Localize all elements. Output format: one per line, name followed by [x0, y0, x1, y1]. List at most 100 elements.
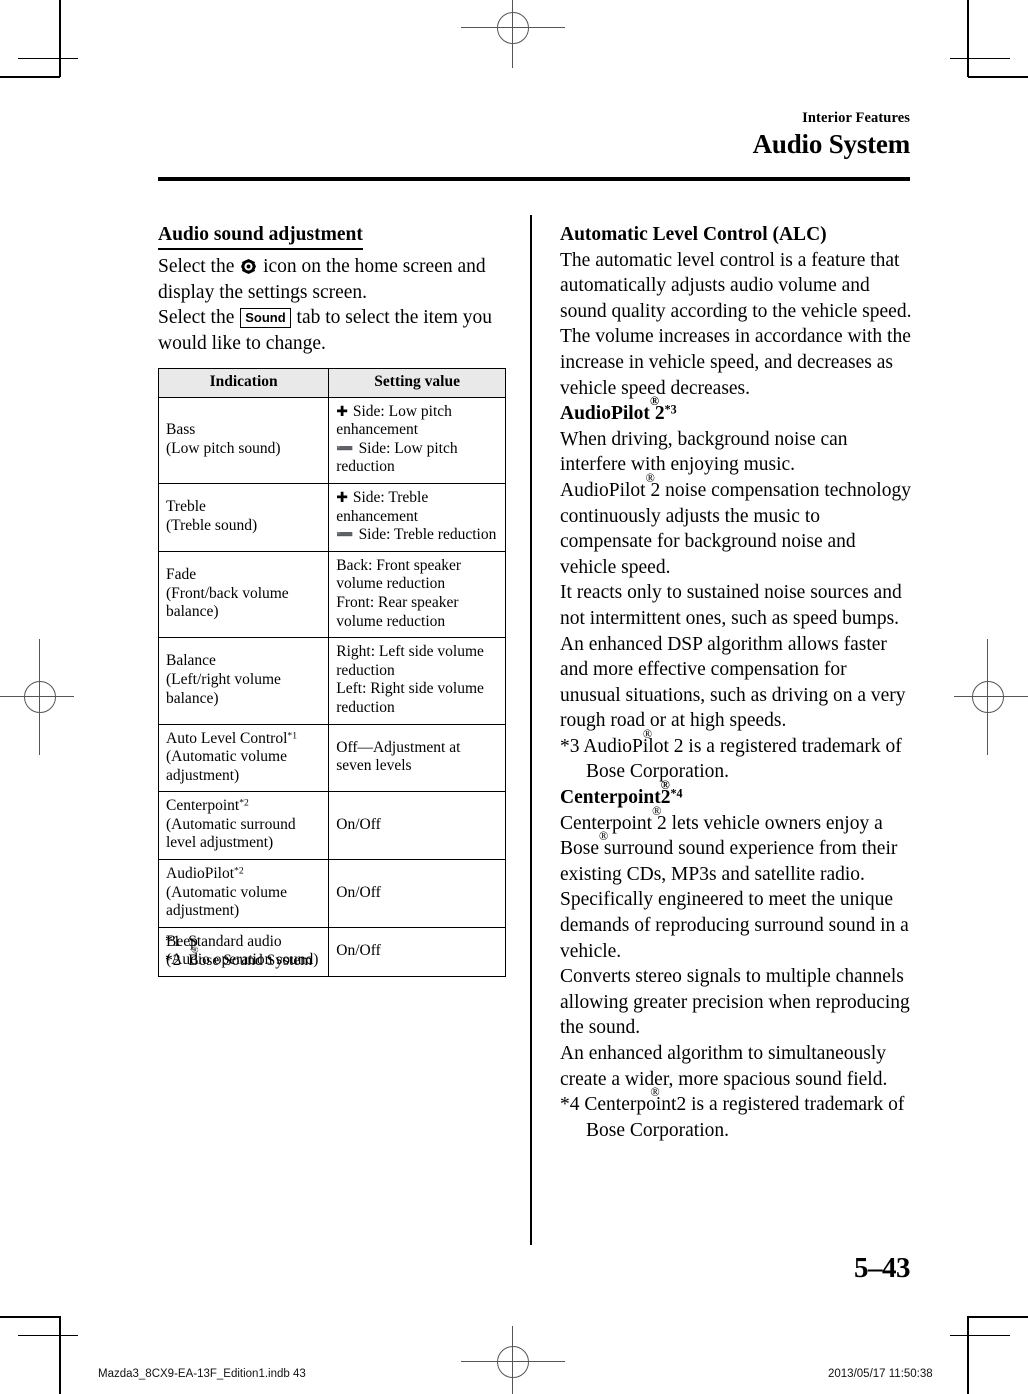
paragraph-select-icon: Select the icon on the home screen and d… — [158, 254, 510, 305]
footnote-1-marker: *1 — [165, 933, 181, 950]
setting-value-text: Left: Right side volume reduction — [336, 680, 484, 716]
heading-audiopilot-footnote: *3 — [664, 402, 677, 417]
audiopilot-2-before: AudioPilot — [560, 479, 646, 501]
cell-setting-value: ✚ Side: Low pitch enhancement ➖ Side: Low… — [328, 396, 506, 484]
table-body: Bass (Low pitch sound) ✚ Side: Low pitch e… — [157, 396, 506, 978]
crop-mark-line — [968, 1335, 969, 1393]
paragraph-audiopilot-1: When driving, background noise can inter… — [560, 428, 848, 476]
indication-name: Fade — [166, 566, 197, 584]
section-heading-audio-sound-adjustment: Audio sound adjustment — [158, 223, 363, 250]
indication-description: (Automatic surround level adjustment) — [166, 815, 296, 852]
minus-icon: ➖ — [336, 527, 359, 544]
indication-description: (Left/right volume balance) — [166, 671, 281, 707]
registration-mark-bottom — [461, 1326, 565, 1394]
print-footer-filename: Mazda3_8CX9-EA-13F_Edition1.indb 43 — [98, 1368, 306, 1380]
crop-mark-line — [968, 1316, 1028, 1318]
setting-value-text: Back: Front speaker volume reduction — [336, 556, 462, 593]
paragraph-audiopilot-3: It reacts only to sustained noise source… — [560, 582, 902, 629]
select-icon-text-before: Select the — [158, 256, 240, 277]
indication-description: (Front/back volume balance) — [166, 584, 289, 621]
indication-footnote-marker: *1 — [287, 730, 297, 742]
setting-value-text: Front: Rear speaker volume reduction — [336, 593, 459, 630]
column-header-setting-value: Setting value — [328, 368, 506, 398]
plus-icon: ✚ — [336, 489, 353, 506]
paragraph-centerpoint-3: Converts stereo signals to multiple chan… — [560, 966, 910, 1039]
table-header: Indication Setting value — [157, 368, 506, 398]
setting-value-line: Front: Rear speaker volume reduction — [336, 594, 498, 631]
indication-description: (Low pitch sound) — [166, 439, 281, 457]
crop-mark-line — [950, 1335, 1010, 1336]
cell-setting-value: Off—Adjustment at seven levels — [328, 723, 506, 793]
cell-setting-value: ✚ Side: Treble enhancement ➖ Side: Treble… — [328, 482, 506, 552]
crop-mark-line — [968, 18, 969, 76]
setting-value-line: Left: Right side volume reduction — [336, 680, 498, 717]
plus-icon: ✚ — [336, 403, 353, 420]
indication-description: (Automatic volume adjustment) — [166, 883, 287, 920]
paragraph-audiopilot-2: AudioPilot ® 2 noise compensation technol… — [560, 470, 911, 578]
crop-mark-line — [950, 58, 1010, 59]
sound-tab-badge[interactable]: Sound — [240, 307, 291, 328]
print-footer-timestamp: 2013/05/17 11:50:38 — [828, 1368, 933, 1380]
table-row: AudioPilot*2 (Automatic volume adjustment… — [157, 859, 506, 928]
footnote-1: *1 Standard audio — [165, 932, 505, 951]
table-row: Centerpoint*2 (Automatic surround level a… — [157, 791, 506, 861]
column-header-indication: Indication — [157, 368, 330, 398]
heading-audiopilot-name: AudioPilot — [560, 403, 650, 425]
heading-centerpoint: Centerpoint ® 2*4 — [560, 778, 683, 809]
settings-gear-icon — [241, 256, 257, 274]
paragraph-centerpoint-4: An enhanced algorithm to simultaneously … — [560, 1043, 888, 1090]
table-footnotes: *1 Standard audio *2 Bose ® Sound System — [165, 932, 505, 970]
setting-value-text: On/Off — [336, 815, 381, 833]
crop-mark-line — [968, 76, 1028, 78]
minus-icon: ➖ — [336, 440, 359, 457]
table-row: Bass (Low pitch sound) ✚ Side: Low pitch e… — [157, 396, 506, 484]
cell-indication: Balance (Left/right volume balance) — [157, 637, 330, 725]
table-header-row: Indication Setting value — [157, 368, 506, 398]
footnote-2-marker: *2 — [165, 952, 181, 969]
heading-audiopilot: AudioPilot ® 2*3 — [560, 394, 677, 425]
column-divider — [530, 215, 532, 1245]
crop-mark-line — [18, 58, 78, 59]
cell-setting-value: On/Off — [328, 859, 506, 928]
indication-footnote-marker: *2 — [234, 865, 244, 877]
paragraph-alc-body: The automatic level control is a feature… — [560, 249, 912, 399]
audio-settings-table: Indication Setting value Bass (Low pitch … — [157, 368, 506, 978]
right-column: Automatic Level Control (ALC) The automa… — [560, 222, 912, 1143]
setting-value-text: On/Off — [336, 883, 381, 901]
setting-value-line: Back: Front speaker volume reduction — [336, 557, 498, 594]
heading-automatic-level-control: Automatic Level Control (ALC) — [560, 224, 827, 245]
setting-value-line: ✚ Side: Low pitch enhancement — [336, 403, 498, 440]
setting-value-text: Side: Low pitch enhancement — [336, 402, 452, 439]
registration-mark-top — [461, 0, 565, 68]
footnote-1-text: Standard audio — [188, 933, 282, 950]
page-number: 5–43 — [854, 1252, 911, 1284]
crop-mark-line — [59, 18, 60, 76]
setting-value-line: ✚ Side: Treble enhancement — [336, 489, 498, 526]
manual-page: Interior Features Audio System Audio sou… — [0, 0, 1028, 1394]
cell-indication: Centerpoint*2 (Automatic surround level a… — [157, 791, 330, 861]
indication-name: Centerpoint — [166, 797, 240, 815]
cell-setting-value: Right: Left side volume reduction Left: R… — [328, 637, 506, 725]
footnote-4: *4 Centerpoint ® 2 is a registered tradema… — [560, 1085, 905, 1141]
running-head-section: Audio System — [752, 129, 911, 159]
setting-value-text: Side: Treble reduction — [358, 526, 497, 544]
registration-mark-left — [0, 639, 74, 755]
footnote-3-marker: *3 AudioPilot — [560, 735, 669, 757]
footnote-2-text-after: Sound System — [219, 952, 313, 969]
indication-description: (Automatic volume adjustment) — [166, 748, 287, 784]
running-head: Interior Features Audio System — [158, 110, 911, 160]
setting-value-line: ➖ Side: Treble reduction — [336, 526, 498, 545]
setting-value-line: Right: Left side volume reduction — [336, 643, 498, 680]
footnote-3: *3 AudioPilot ® 2 is a registered tradema… — [560, 726, 902, 783]
table-row: Fade (Front/back volume balance) Back: Fro… — [157, 550, 506, 639]
paragraph-select-sound-tab: Select the Sound tab to select the item … — [158, 305, 510, 356]
heading-centerpoint-name: Centerpoint — [560, 787, 661, 809]
cell-indication: Treble (Treble sound) — [157, 482, 330, 552]
left-column: Audio sound adjustment Select the icon o… — [158, 222, 510, 356]
cell-indication: Auto Level Control*1 (Automatic volume ad… — [157, 723, 330, 793]
centerpoint-1-after: surround sound experience from their exi… — [560, 838, 898, 885]
indication-name: Auto Level Control — [166, 729, 288, 747]
setting-value-text: Off—Adjustment at seven levels — [336, 738, 461, 775]
setting-value-line: ➖ Side: Low pitch reduction — [336, 440, 498, 477]
table-row: Treble (Treble sound) ✚ Side: Treble enhan… — [157, 482, 506, 552]
